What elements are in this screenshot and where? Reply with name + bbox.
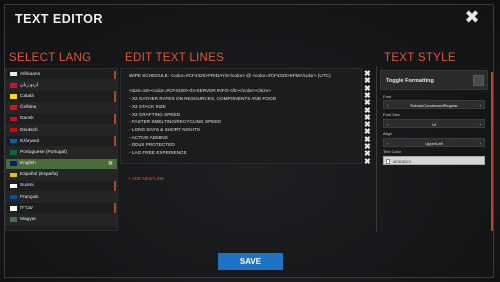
text-line[interactable]: - DDoS PROTECTED — [129, 142, 175, 147]
language-item[interactable]: Dansk — [6, 114, 117, 125]
text-color-label: Text Color — [383, 149, 402, 154]
font-size-label: Font Size — [383, 112, 400, 117]
text-line[interactable]: - X2 GATHER RATES ON RESOURCES, COMPONEN… — [129, 96, 276, 101]
toggle-formatting-row: Toggle Formatting — [380, 70, 488, 90]
text-color-value: #E3DBD3 — [393, 159, 411, 164]
language-item[interactable]: اردو زبان — [6, 80, 117, 92]
language-label: עברית — [20, 205, 33, 211]
language-label: Suomi — [20, 183, 34, 189]
language-label: Deutsch — [20, 127, 38, 133]
text-style-heading: TEXT STYLE — [384, 52, 456, 64]
flag-icon — [10, 94, 17, 99]
increase-icon[interactable]: › — [480, 122, 482, 127]
align-value: UpperLeft — [425, 141, 443, 146]
font-dropdown[interactable]: ‹ RobotoCondensedRegular › — [383, 100, 485, 109]
align-label: Align — [383, 131, 392, 136]
text-line[interactable]: WIPE SCHEDULE: <color=#CF4320>FRIDAYS</c… — [129, 73, 331, 78]
select-lang-heading: SELECT LANG — [9, 52, 92, 64]
flag-icon — [10, 150, 17, 155]
language-item[interactable]: Čeština — [6, 102, 117, 114]
language-item[interactable]: Afrikaans — [6, 69, 117, 81]
align-dropdown[interactable]: ‹ UpperLeft › — [383, 138, 485, 147]
flag-icon — [10, 194, 17, 200]
language-label: Portuguese (Portugal) — [20, 149, 67, 155]
text-line[interactable]: <size=18><color=#CF4320><b>SERVER INFO:<… — [129, 88, 271, 93]
language-label: English — [20, 161, 36, 167]
flag-icon — [10, 127, 17, 133]
language-label: Ελληνικά — [20, 138, 40, 144]
language-item[interactable]: English ✖ — [6, 158, 117, 170]
text-lines-area[interactable]: WIPE SCHEDULE: <color=#CF4320>FRIDAYS</c… — [120, 68, 362, 164]
flag-icon — [10, 138, 17, 144]
language-label: Dansk — [20, 116, 34, 122]
language-label: Čeština — [20, 105, 37, 111]
language-label: Magyar — [20, 217, 36, 223]
language-label: Afrikaans — [20, 71, 40, 77]
language-item[interactable]: Català — [6, 91, 117, 103]
selected-check-icon[interactable]: ✖ — [108, 160, 113, 167]
flag-icon — [10, 105, 17, 110]
language-item[interactable]: Magyar — [6, 214, 117, 226]
font-size-stepper[interactable]: ‹ 14 › — [383, 119, 485, 128]
toggle-formatting-checkbox[interactable] — [473, 75, 484, 86]
text-line[interactable]: - LONG DAYS & SHORT NIGHTS — [129, 127, 200, 132]
add-new-line-button[interactable]: + ADD NEW LINE — [128, 176, 164, 181]
flag-icon — [10, 116, 17, 122]
font-size-value: 14 — [431, 122, 437, 127]
text-style-panel: Toggle Formatting Font ‹ RobotoCondensed… — [380, 68, 490, 231]
text-line[interactable]: - X2 CRAFTING SPEED — [129, 112, 180, 117]
toggle-formatting-label: Toggle Formatting — [386, 78, 434, 84]
flag-icon — [10, 206, 17, 211]
language-label: Français — [20, 194, 39, 200]
language-item[interactable]: Deutsch — [6, 124, 117, 137]
flag-icon — [10, 71, 17, 77]
language-item[interactable]: Portuguese (Portugal) — [6, 147, 117, 159]
text-line[interactable]: - FASTER SMELTING/RECYCLING SPEED — [129, 119, 221, 124]
text-style-scrollbar[interactable] — [491, 72, 493, 231]
flag-icon — [10, 172, 17, 178]
window-title: TEXT EDITOR — [15, 12, 103, 26]
color-swatch[interactable] — [386, 158, 390, 164]
language-item[interactable]: עברית — [6, 203, 117, 215]
language-list: Afrikaans اردو زبان Català Čeština Dansk Deut… — [5, 68, 118, 231]
arrow-right-icon[interactable]: › — [480, 141, 482, 146]
language-item[interactable]: Ελληνικά — [6, 136, 117, 148]
arrow-right-icon[interactable]: › — [480, 103, 482, 108]
text-lines-editor: WIPE SCHEDULE: <color=#CF4320>FRIDAYS</c… — [120, 68, 376, 232]
language-label: Español (España) — [20, 172, 59, 178]
language-item[interactable]: Español (España) — [6, 169, 117, 181]
save-button[interactable]: SAVE — [218, 253, 283, 270]
flag-icon — [10, 217, 17, 222]
font-label: Font — [383, 94, 392, 99]
flag-icon — [10, 83, 17, 88]
language-label: اردو زبان — [20, 82, 39, 88]
font-value: RobotoCondensedRegular — [410, 103, 458, 108]
close-icon[interactable]: ✖ — [463, 8, 481, 26]
text-color-input[interactable]: #E3DBD3 — [383, 156, 485, 165]
text-line[interactable]: - LAG FREE EXPERIENCE — [129, 150, 187, 155]
flag-icon — [10, 161, 17, 166]
edit-text-lines-heading: EDIT TEXT LINES — [125, 52, 225, 64]
text-line[interactable]: - ACTIVE ADMINS — [129, 135, 168, 140]
flag-icon — [10, 183, 17, 189]
language-item[interactable]: Français — [6, 192, 117, 204]
text-lines-scrollbar[interactable] — [376, 66, 377, 232]
language-item[interactable]: Suomi — [6, 181, 117, 193]
text-line[interactable]: - X2 STACK SIZE — [129, 104, 166, 109]
language-label: Català — [20, 93, 34, 99]
delete-line-icon[interactable]: ✖ — [364, 157, 372, 166]
